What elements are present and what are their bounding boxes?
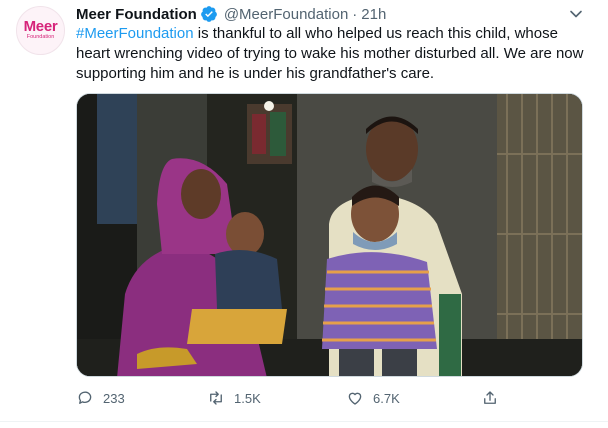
retweet-button[interactable]: 1.5K [207,386,261,410]
separator-dot: · [352,5,358,23]
photo-illustration [77,94,582,376]
reply-button[interactable]: 233 [76,386,125,410]
reply-count: 233 [103,390,125,406]
tweet[interactable]: Meer Foundation Meer Foundation @MeerFou… [0,0,608,428]
share-icon [484,391,496,404]
reply-icon [78,391,92,404]
avatar-logo-text: Meer [23,18,58,35]
timestamp[interactable]: 21h [361,6,386,23]
handle[interactable]: @MeerFoundation [224,6,348,23]
hashtag-link[interactable]: #MeerFoundation [76,25,194,42]
display-name[interactable]: Meer Foundation [76,6,197,23]
avatar-logo-subtext: Foundation [26,34,55,40]
share-button[interactable] [481,386,508,410]
retweet-icon [210,391,222,405]
heart-icon [348,392,362,405]
tweet-divider [0,421,608,422]
verified-badge-icon [200,5,218,23]
tweet-photo[interactable] [76,93,583,377]
tweet-actions: 233 1.5K 6.7K [76,386,516,410]
tweet-text: #MeerFoundation is thankful to all who h… [76,24,591,84]
tweet-header: Meer Foundation @MeerFoundation · 21h [76,4,386,24]
retweet-count: 1.5K [234,390,261,406]
like-count: 6.7K [373,390,400,406]
avatar[interactable]: Meer Foundation [16,6,65,55]
like-button[interactable]: 6.7K [346,386,400,410]
more-options-icon[interactable] [568,6,584,22]
